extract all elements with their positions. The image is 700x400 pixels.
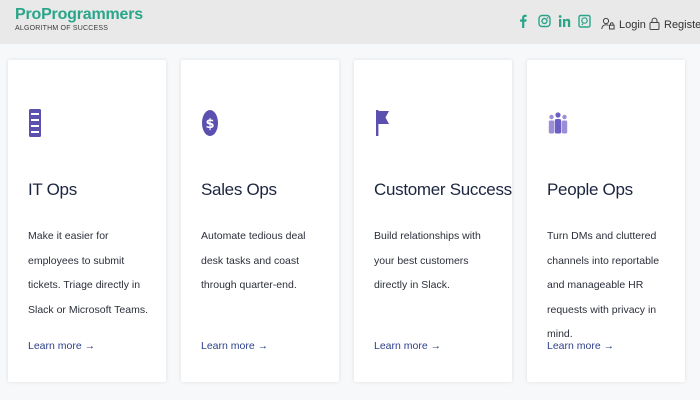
learn-more-link[interactable]: Learn more →	[28, 340, 95, 352]
card-sales-ops: $ Sales Ops Automate tedious deal desk t…	[181, 60, 339, 382]
login-link[interactable]: Login	[601, 17, 646, 33]
card-it-ops: IT Ops Make it easier for employees to s…	[8, 60, 166, 382]
server-icon	[28, 108, 46, 138]
brand-tagline: ALGORITHM OF SUCCESS	[15, 25, 109, 32]
register-link[interactable]: Register	[649, 17, 700, 33]
svg-text:$: $	[205, 117, 214, 132]
linkedin-icon[interactable]	[558, 14, 571, 28]
card-customer-success: Customer Success Build relationships wit…	[354, 60, 512, 382]
whatsapp-icon[interactable]	[578, 14, 591, 28]
card-description: Build relationships with your best custo…	[374, 230, 481, 291]
people-icon	[547, 108, 569, 138]
brand-name[interactable]: ProProgrammers	[15, 5, 143, 24]
card-title: Customer Success	[374, 180, 512, 199]
card-title: Sales Ops	[201, 180, 277, 199]
card-title: IT Ops	[28, 180, 77, 199]
lock-icon	[649, 17, 660, 33]
register-label[interactable]: Register	[664, 19, 700, 31]
learn-more-link[interactable]: Learn more →	[374, 340, 441, 352]
flag-icon	[374, 108, 392, 138]
brand-logo[interactable]: ProProgrammers ALGORITHM OF SUCCESS	[15, 5, 143, 32]
card-title: People Ops	[547, 180, 633, 199]
login-label[interactable]: Login	[619, 19, 646, 31]
top-bar: ProProgrammers ALGORITHM OF SUCCESS Logi…	[0, 0, 700, 44]
instagram-icon[interactable]	[538, 14, 551, 28]
facebook-icon[interactable]	[518, 14, 530, 28]
user-lock-icon	[601, 17, 615, 33]
social-links	[518, 14, 591, 28]
dollar-icon: $	[201, 108, 219, 138]
card-description: Make it easier for employees to submit t…	[28, 230, 149, 316]
learn-more-link[interactable]: Learn more →	[547, 340, 614, 352]
card-people-ops: People Ops Turn DMs and cluttered channe…	[527, 60, 685, 382]
card-description: Automate tedious deal desk tasks and coa…	[201, 230, 306, 291]
solutions-cards: IT Ops Make it easier for employees to s…	[0, 44, 700, 400]
learn-more-link[interactable]: Learn more →	[201, 340, 268, 352]
card-description: Turn DMs and cluttered channels into rep…	[547, 230, 660, 340]
